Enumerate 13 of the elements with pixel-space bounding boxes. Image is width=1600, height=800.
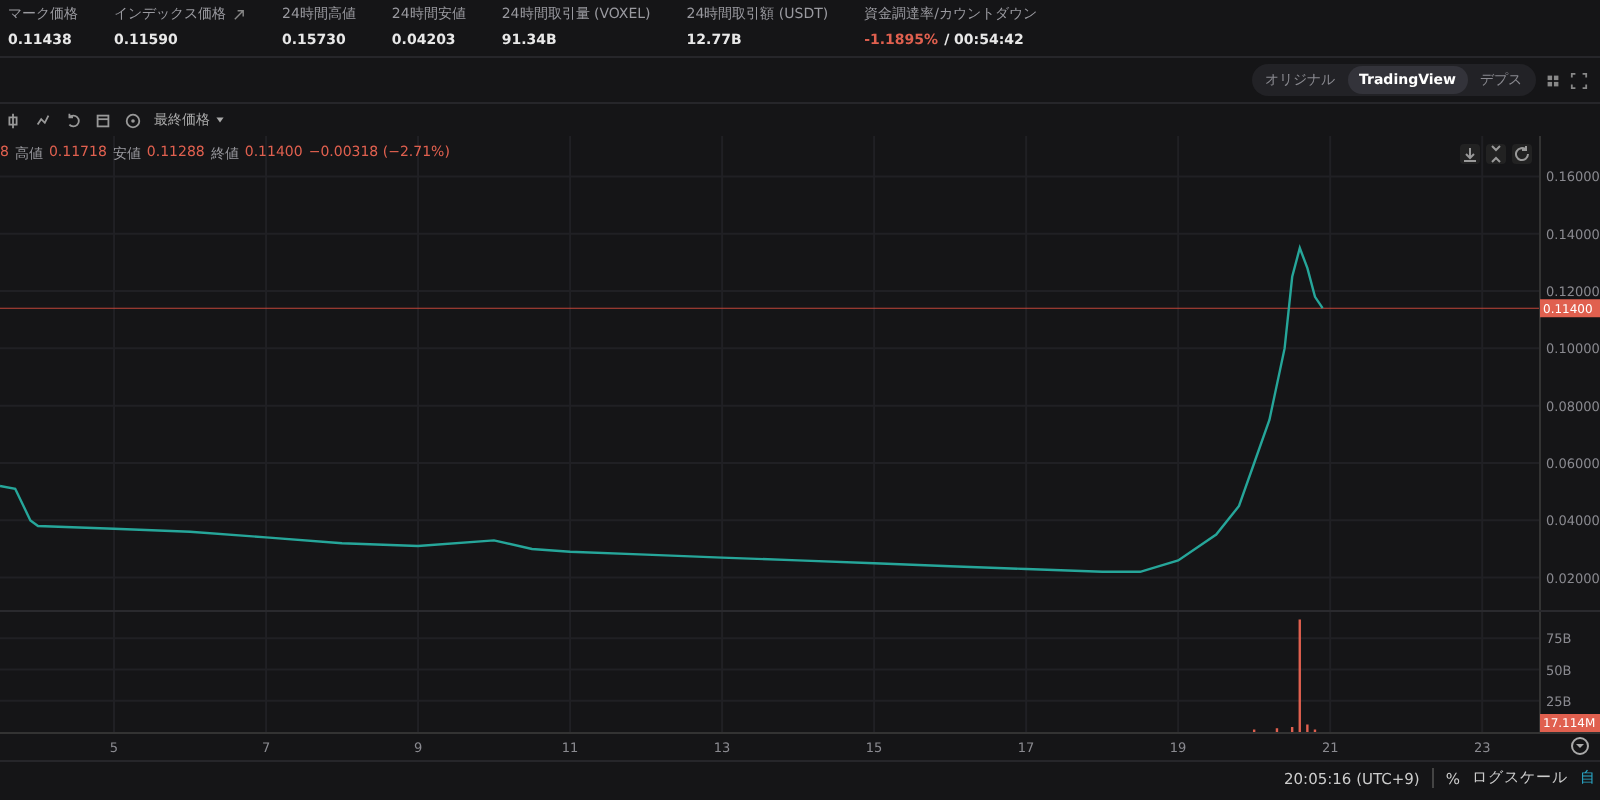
- clock-icon[interactable]: [124, 111, 142, 129]
- undo-icon[interactable]: [64, 111, 82, 129]
- candle-icon[interactable]: [4, 111, 22, 129]
- calendar-icon[interactable]: [94, 111, 112, 129]
- refresh-icon[interactable]: [1512, 144, 1532, 164]
- collapse-icon[interactable]: [1486, 144, 1506, 164]
- indicator-icon[interactable]: [34, 111, 52, 129]
- caret-icon: [214, 114, 226, 126]
- timezone-settings-icon[interactable]: [1571, 737, 1589, 755]
- download-icon[interactable]: [1460, 144, 1480, 164]
- fullscreen-icon[interactable]: [1570, 71, 1588, 89]
- external-link-icon[interactable]: [232, 7, 246, 21]
- grid-icon[interactable]: [1544, 71, 1562, 89]
